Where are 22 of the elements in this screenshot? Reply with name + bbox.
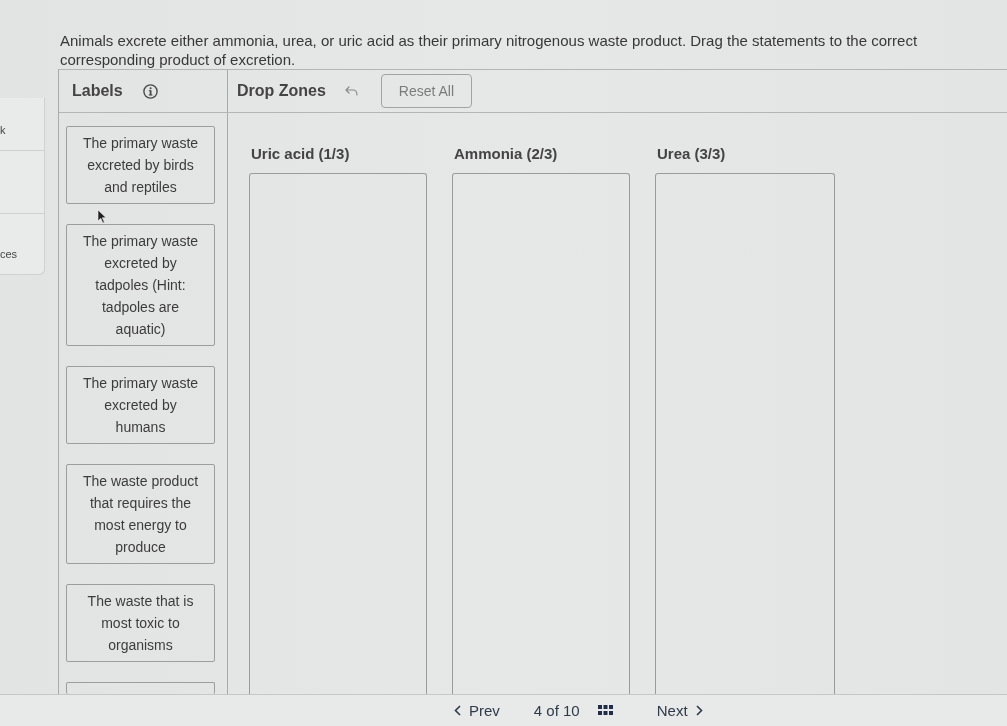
panel-item[interactable]: k (0, 124, 6, 136)
grid-icon[interactable] (597, 705, 613, 716)
drop-zone-title: Uric acid (1/3) (251, 144, 350, 164)
drop-zone-title: Urea (3/3) (657, 144, 726, 164)
drop-zones-heading: Drop Zones (237, 82, 326, 100)
labels-heading: Labels (72, 82, 123, 100)
label-card[interactable]: The waste that is most toxic to organisms (66, 584, 215, 662)
chevron-right-icon (695, 705, 703, 716)
prev-button[interactable]: Prev (440, 695, 514, 726)
drop-zone-title: Ammonia (2/3) (454, 144, 558, 164)
chevron-left-icon (454, 705, 461, 716)
next-button[interactable]: Next (642, 695, 717, 726)
page-position: 4 of 10 (533, 702, 580, 719)
instructions-text: Animals excrete either ammonia, urea, or uric acid as their primary nitrogenous waste product. Drag the statements to the correct corresponding product of excretion. (60, 31, 919, 69)
label-card[interactable]: The primary waste excreted by humans (66, 366, 215, 444)
panel-item[interactable]: ces (0, 248, 18, 260)
pointer-icon (97, 209, 107, 224)
label-card[interactable]: The primary waste excreted by tadpoles (Hint: tadpoles are aquatic) (66, 224, 215, 346)
label-card[interactable]: The primary waste excreted by birds and reptiles (66, 126, 215, 204)
label-card[interactable]: The waste product that requires the most energy to produce (66, 464, 215, 564)
info-icon[interactable] (142, 83, 158, 99)
undo-icon[interactable] (344, 86, 358, 96)
